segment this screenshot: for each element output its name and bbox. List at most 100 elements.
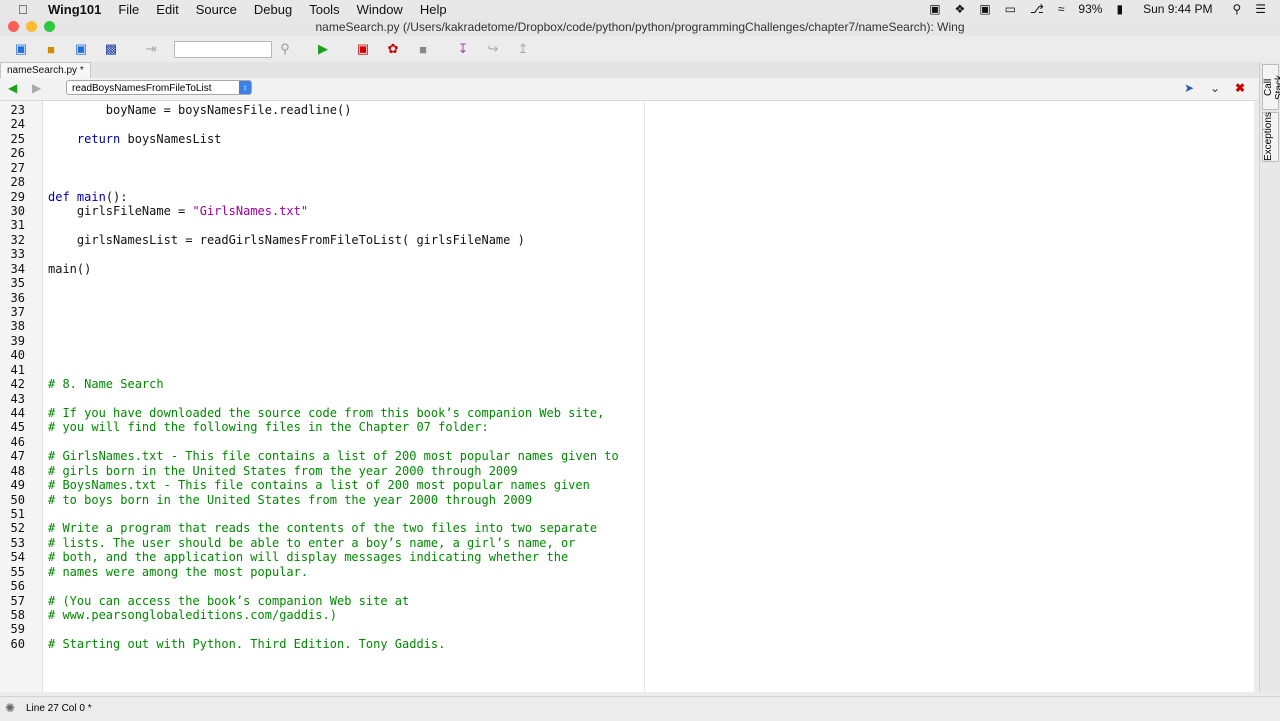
minimize-window-button[interactable] xyxy=(26,21,37,32)
code-line[interactable]: 53 # lists. The user should be able to en… xyxy=(0,536,1254,550)
save-all-icon[interactable]: ▩ xyxy=(102,40,120,58)
battery-label[interactable]: 93% xyxy=(1078,2,1102,16)
search-icon[interactable]: ⚲ xyxy=(1232,2,1241,16)
code-line[interactable]: 47 # GirlsNames.txt - This file contains … xyxy=(0,449,1254,463)
code-line[interactable]: 58 # www.pearsonglobaleditions.com/gaddis… xyxy=(0,608,1254,622)
comment-token: # Starting out with Python. Third Editio… xyxy=(48,636,446,651)
code-line[interactable]: 33 xyxy=(0,247,1254,261)
dropbox-icon[interactable]: ❖ xyxy=(955,2,966,16)
debug-icon[interactable]: ✿ xyxy=(384,40,402,58)
code-line[interactable]: 24 xyxy=(0,117,1254,131)
code-line[interactable]: 57 # (You can access the book’s companion… xyxy=(0,594,1254,608)
code-line[interactable]: 59 xyxy=(0,622,1254,636)
back-arrow-icon[interactable]: ◀ xyxy=(8,81,17,95)
notification-center-icon[interactable]: ☰ xyxy=(1255,2,1266,16)
code-line[interactable]: 43 xyxy=(0,392,1254,406)
code-line[interactable]: 30 girlsFileName = "GirlsNames.txt" xyxy=(0,204,1254,218)
menu-source[interactable]: Source xyxy=(196,2,237,17)
menu-file[interactable]: File xyxy=(118,2,139,17)
code-line[interactable]: 40 xyxy=(0,348,1254,362)
line-number: 54 xyxy=(10,550,25,565)
code-line[interactable]: 36 xyxy=(0,291,1254,305)
string-token: "GirlsNames.txt" xyxy=(192,204,309,218)
close-icon[interactable]: ✖ xyxy=(1235,81,1245,95)
scope-select[interactable]: readBoysNamesFromFileToList ↕ xyxy=(66,80,252,95)
stop-icon[interactable]: ■ xyxy=(414,40,432,58)
code-line[interactable]: 41 xyxy=(0,363,1254,377)
menu-app-name[interactable]: Wing101 xyxy=(48,2,101,17)
step-over-icon[interactable]: ↪ xyxy=(484,40,502,58)
code-line[interactable]: 45 # you will find the following files in… xyxy=(0,420,1254,434)
menu-debug[interactable]: Debug xyxy=(254,2,292,17)
code-line[interactable]: 26 xyxy=(0,146,1254,160)
line-number: 31 xyxy=(10,218,25,233)
code-line[interactable]: 32 girlsNamesList = readGirlsNamesFromFi… xyxy=(0,233,1254,247)
line-code: # names were among the most popular. xyxy=(48,565,308,579)
pin-icon[interactable]: ➤ xyxy=(1184,81,1194,95)
screen-record-icon[interactable]: ▣ xyxy=(929,2,940,16)
code-line[interactable]: 48 # girls born in the United States from… xyxy=(0,464,1254,478)
code-line[interactable]: 29 def main(): xyxy=(0,190,1254,204)
tab-exceptions[interactable]: Exceptions xyxy=(1262,112,1279,162)
line-number: 56 xyxy=(10,579,25,594)
code-line[interactable]: 56 xyxy=(0,579,1254,593)
code-line[interactable]: 38 xyxy=(0,319,1254,333)
step-into-icon[interactable]: ↧ xyxy=(454,40,472,58)
step-out-icon[interactable]: ↥ xyxy=(514,40,532,58)
zoom-window-button[interactable] xyxy=(44,21,55,32)
tab-namesearch[interactable]: nameSearch.py * xyxy=(0,62,91,79)
line-number: 25 xyxy=(10,131,25,146)
menu-help[interactable]: Help xyxy=(420,2,447,17)
code-line[interactable]: 23 boyName = boysNamesFile.readline() xyxy=(0,103,1254,117)
menu-window[interactable]: Window xyxy=(357,2,403,17)
code-line[interactable]: 54 # both, and the application will displ… xyxy=(0,550,1254,564)
code-line[interactable]: 25 return boysNamesList xyxy=(0,132,1254,146)
line-code: boyName = boysNamesFile.readline() xyxy=(48,103,352,117)
indent-icon[interactable]: ⇥ xyxy=(142,40,160,58)
toolbar-search-input[interactable] xyxy=(174,40,272,58)
new-file-icon[interactable]: ▣ xyxy=(12,40,30,58)
code-line[interactable]: 50 # to boys born in the United States fr… xyxy=(0,493,1254,507)
code-line[interactable]: 49 # BoysNames.txt - This file contains a… xyxy=(0,478,1254,492)
bluetooth-icon[interactable]: ⎇ xyxy=(1030,2,1044,16)
line-number: 36 xyxy=(10,290,25,305)
code-line[interactable]: 28 xyxy=(0,175,1254,189)
comment-token: # www.pearsonglobaleditions.com/gaddis.) xyxy=(48,608,337,623)
clock[interactable]: Sun 9:44 PM xyxy=(1143,2,1212,16)
wifi-icon[interactable]: ≈ xyxy=(1058,2,1065,16)
bug-icon[interactable]: ✺ xyxy=(5,701,15,715)
airplay-icon[interactable]: ▭ xyxy=(1005,2,1016,16)
line-code: girlsNamesList = readGirlsNamesFromFileT… xyxy=(48,233,525,247)
line-number: 44 xyxy=(10,406,25,421)
open-folder-icon[interactable]: ■ xyxy=(42,40,60,58)
run-icon[interactable]: ▶ xyxy=(314,40,332,58)
menu-tools[interactable]: Tools xyxy=(309,2,339,17)
code-line[interactable]: 60 # Starting out with Python. Third Edit… xyxy=(0,637,1254,651)
code-line[interactable]: 27 xyxy=(0,161,1254,175)
save-icon[interactable]: ▣ xyxy=(72,40,90,58)
apple-icon[interactable]:  xyxy=(18,2,32,17)
side-tool-panel: Call Stack Exceptions xyxy=(1259,62,1280,692)
code-line[interactable]: 34 main() xyxy=(0,262,1254,276)
search-icon[interactable]: ⚲ xyxy=(276,40,294,58)
code-line[interactable]: 39 xyxy=(0,334,1254,348)
code-line[interactable]: 35 xyxy=(0,276,1254,290)
chevron-down-icon[interactable]: ⌄ xyxy=(1210,81,1220,95)
close-window-button[interactable] xyxy=(8,21,19,32)
tab-call-stack[interactable]: Call Stack xyxy=(1262,64,1280,110)
line-number: 43 xyxy=(10,391,25,406)
code-editor[interactable]: 23 boyName = boysNamesFile.readline() 24 2… xyxy=(0,101,1254,692)
code-line[interactable]: 37 xyxy=(0,305,1254,319)
code-line[interactable]: 55 # names were among the most popular. xyxy=(0,565,1254,579)
code-line[interactable]: 52 # Write a program that reads the conte… xyxy=(0,521,1254,535)
camera-icon[interactable]: ▣ xyxy=(979,2,990,16)
code-line[interactable]: 51 xyxy=(0,507,1254,521)
run-to-cursor-icon[interactable]: ▣ xyxy=(354,40,372,58)
code-line[interactable]: 46 xyxy=(0,435,1254,449)
menu-edit[interactable]: Edit xyxy=(156,2,178,17)
line-number: 46 xyxy=(10,434,25,449)
code-line[interactable]: 44 # If you have downloaded the source co… xyxy=(0,406,1254,420)
code-line[interactable]: 42 # 8. Name Search xyxy=(0,377,1254,391)
forward-arrow-icon[interactable]: ▶ xyxy=(32,81,41,95)
code-line[interactable]: 31 xyxy=(0,218,1254,232)
